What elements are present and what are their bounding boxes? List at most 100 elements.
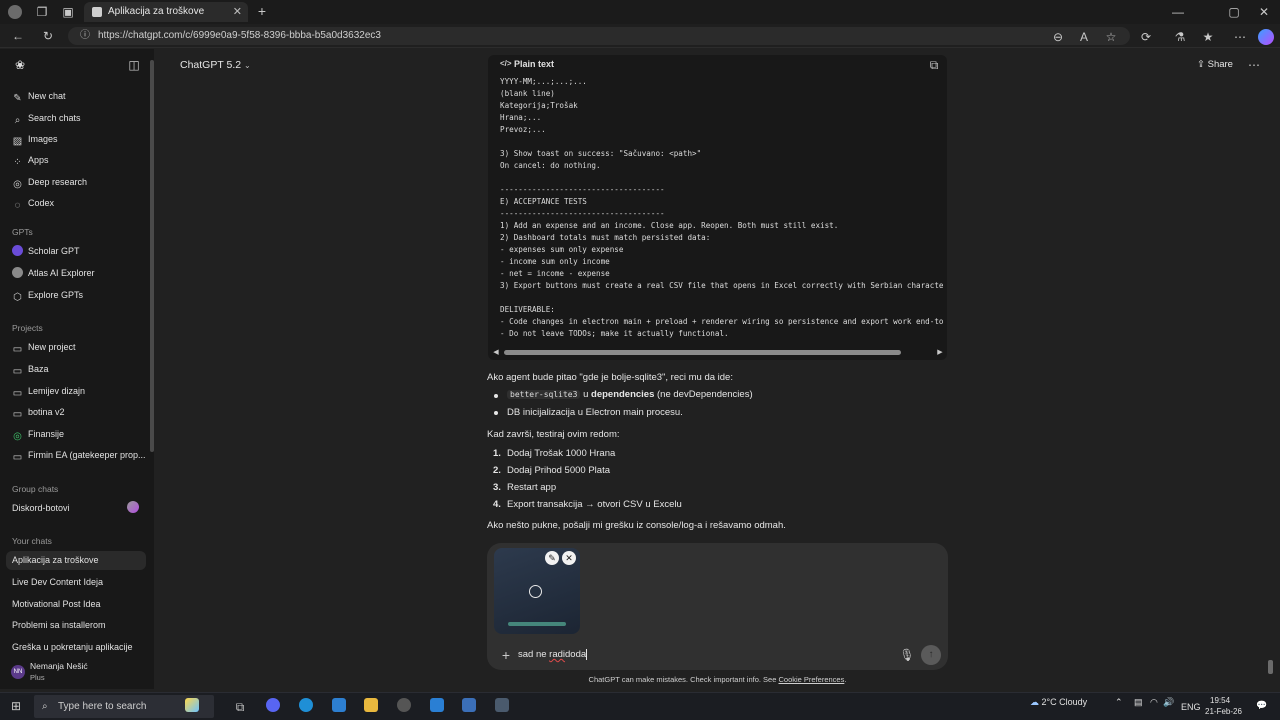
copy-icon[interactable]: ⧉ — [926, 58, 942, 72]
bullet-dot — [494, 394, 498, 398]
read-aloud-icon[interactable]: A — [1076, 30, 1092, 44]
scroll-right-icon[interactable]: ▶ — [932, 346, 948, 360]
chat-item-motivational[interactable]: Motivational Post Idea — [12, 599, 101, 609]
sidebar-item-diskord-botovi[interactable]: Diskord-botovi — [12, 503, 70, 513]
chatgpt-favicon-icon — [92, 7, 102, 17]
favorites-icon[interactable]: ★ — [1200, 30, 1216, 44]
sidebar-item-explore-gpts[interactable]: ⬡ Explore GPTs — [12, 288, 83, 303]
sidebar-item-new-chat[interactable]: ✎ New chat — [12, 89, 65, 104]
close-window-icon[interactable]: ✕ — [1256, 5, 1272, 19]
chat-item-greska[interactable]: Greška u pokretanju aplikacije — [12, 642, 133, 652]
sidebar-scrollbar[interactable] — [150, 60, 154, 452]
sidebar-item-project-baza[interactable]: ▭ Baza — [12, 362, 49, 377]
user-name[interactable]: Nemanja Nešić — [30, 661, 88, 671]
sidebar-item-label: New project — [28, 342, 76, 352]
message-input[interactable]: sad ne radidoda — [518, 649, 590, 660]
folder-icon: ▭ — [12, 409, 23, 420]
share-label: Share — [1207, 59, 1233, 70]
windows-start-icon[interactable]: ⊞ — [8, 699, 24, 713]
edge-icon[interactable] — [299, 698, 313, 712]
favorite-star-icon[interactable]: ☆ — [1103, 30, 1119, 44]
sidebar-item-atlas-ai-explorer[interactable]: Atlas AI Explorer — [12, 266, 95, 280]
network-icon[interactable]: ▤ — [1134, 697, 1143, 708]
sidebar-item-project-firmin[interactable]: ▭ Firmin EA (gatekeeper prop... — [12, 448, 146, 463]
code-line: Prevoz;... — [500, 125, 546, 134]
sidebar-item-project-lemijev[interactable]: ▭ Lemijev dizajn — [12, 384, 85, 399]
group-avatar-icon — [127, 501, 139, 513]
github-icon[interactable] — [397, 698, 411, 712]
profile-avatar-icon[interactable] — [8, 5, 22, 19]
sidebar-item-deep-research[interactable]: ◎ Deep research — [12, 175, 87, 190]
add-attachment-icon[interactable]: + — [498, 648, 514, 662]
site-info-icon[interactable]: ⓘ — [80, 27, 90, 45]
weather-widget[interactable]: ☁ 2°C Cloudy — [1030, 697, 1087, 708]
pencil-icon: ✎ — [13, 93, 22, 104]
minimize-icon[interactable]: — — [1170, 5, 1186, 19]
main-scrollbar[interactable] — [1268, 660, 1273, 674]
settings-more-icon[interactable]: ⋯ — [1232, 30, 1248, 44]
vscode-icon[interactable] — [430, 698, 444, 712]
sidebar-item-scholar-gpt[interactable]: Scholar GPT — [12, 244, 80, 258]
copilot-icon[interactable] — [1258, 29, 1274, 45]
clock-time[interactable]: 19:54 — [1210, 696, 1230, 705]
cookie-preferences-link[interactable]: Cookie Preferences — [778, 675, 844, 684]
code-scrollbar-thumb[interactable] — [504, 350, 901, 355]
tab-actions-icon[interactable]: ▣ — [60, 5, 76, 19]
split-screen-icon[interactable]: ⚗ — [1172, 30, 1188, 44]
file-explorer-icon[interactable] — [364, 698, 378, 712]
language-indicator[interactable]: ENG — [1181, 702, 1201, 712]
sidebar-item-label: Images — [28, 134, 58, 144]
chat-item-aplikacija[interactable]: Aplikacija za troškove — [12, 555, 99, 565]
sidebar-item-images[interactable]: ▨ Images — [12, 132, 58, 147]
sidebar-item-codex[interactable]: ◌ Codex — [12, 196, 55, 211]
share-button[interactable]: ⇪ Share — [1197, 59, 1233, 70]
sidebar-item-label: Search chats — [28, 113, 81, 123]
extensions-icon[interactable]: ⟳ — [1138, 30, 1154, 44]
send-button[interactable]: ↑ — [921, 645, 941, 665]
chatgpt-logo-icon[interactable]: ❀ — [12, 58, 28, 72]
code-line: - net = income - expense — [500, 269, 610, 278]
volume-icon[interactable]: 🔊 — [1163, 697, 1174, 708]
bullet-bold: dependencies — [591, 389, 655, 400]
refresh-icon[interactable]: ↻ — [40, 29, 56, 43]
explore-gpts-icon: ⬡ — [13, 292, 22, 303]
disclaimer: ChatGPT can make mistakes. Check importa… — [0, 675, 1280, 684]
group-chats-heading: Group chats — [12, 484, 59, 494]
model-selector[interactable]: ChatGPT 5.2 ⌄ — [180, 59, 251, 71]
outlook-icon[interactable] — [332, 698, 346, 712]
remove-attachment-icon[interactable]: ✕ — [562, 551, 576, 565]
browser-tab-active[interactable]: Aplikacija za troškove ✕ — [84, 2, 248, 22]
chat-item-live-dev[interactable]: Live Dev Content Ideja — [12, 577, 103, 587]
more-options-icon[interactable]: ⋯ — [1246, 58, 1262, 72]
chat-item-problemi[interactable]: Problemi sa installerom — [12, 620, 106, 630]
maximize-icon[interactable]: ▢ — [1226, 5, 1242, 19]
cloud-icon: ☁ — [1030, 697, 1039, 707]
search-highlight-icon[interactable] — [185, 698, 199, 712]
microphone-icon[interactable]: 🎙 — [899, 648, 915, 662]
sidebar-item-search-chats[interactable]: ⌕ Search chats — [12, 111, 81, 126]
electron-app-icon[interactable] — [495, 698, 509, 712]
close-tab-icon[interactable]: ✕ — [233, 2, 242, 22]
scroll-left-icon[interactable]: ◀ — [488, 346, 504, 360]
message-outro: Ako nešto pukne, pošalji mi grešku iz co… — [487, 520, 786, 531]
address-bar[interactable]: ⓘ https://chatgpt.com/c/6999e0a9-5f58-83… — [68, 27, 1130, 45]
edit-attachment-icon[interactable]: ✎ — [545, 551, 559, 565]
sidebar-toggle-icon[interactable]: ◫ — [126, 58, 142, 72]
sidebar-item-project-botina[interactable]: ▭ botina v2 — [12, 405, 65, 420]
clock-date[interactable]: 21-Feb-26 — [1205, 707, 1242, 716]
notifications-icon[interactable]: 💬 — [1256, 700, 1267, 711]
sidebar-item-project-finansije[interactable]: ◎ Finansije — [12, 427, 64, 442]
new-tab-icon[interactable]: + — [254, 4, 270, 18]
bullet-dot — [494, 411, 498, 415]
zoom-icon[interactable]: ⊖ — [1050, 30, 1066, 44]
workspaces-icon[interactable]: ❐ — [34, 5, 50, 19]
sidebar-item-apps[interactable]: ⁘ Apps — [12, 153, 48, 168]
app-window-icon[interactable] — [462, 698, 476, 712]
back-icon[interactable]: ← — [10, 29, 26, 43]
wifi-icon[interactable]: ◠ — [1150, 697, 1158, 708]
folder-icon: ▭ — [12, 388, 23, 399]
discord-icon[interactable] — [266, 698, 280, 712]
tray-chevron-icon[interactable]: ⌃ — [1115, 697, 1123, 708]
sidebar-item-new-project[interactable]: ▭ New project — [12, 340, 76, 355]
task-view-icon[interactable]: ⧉ — [232, 700, 248, 714]
